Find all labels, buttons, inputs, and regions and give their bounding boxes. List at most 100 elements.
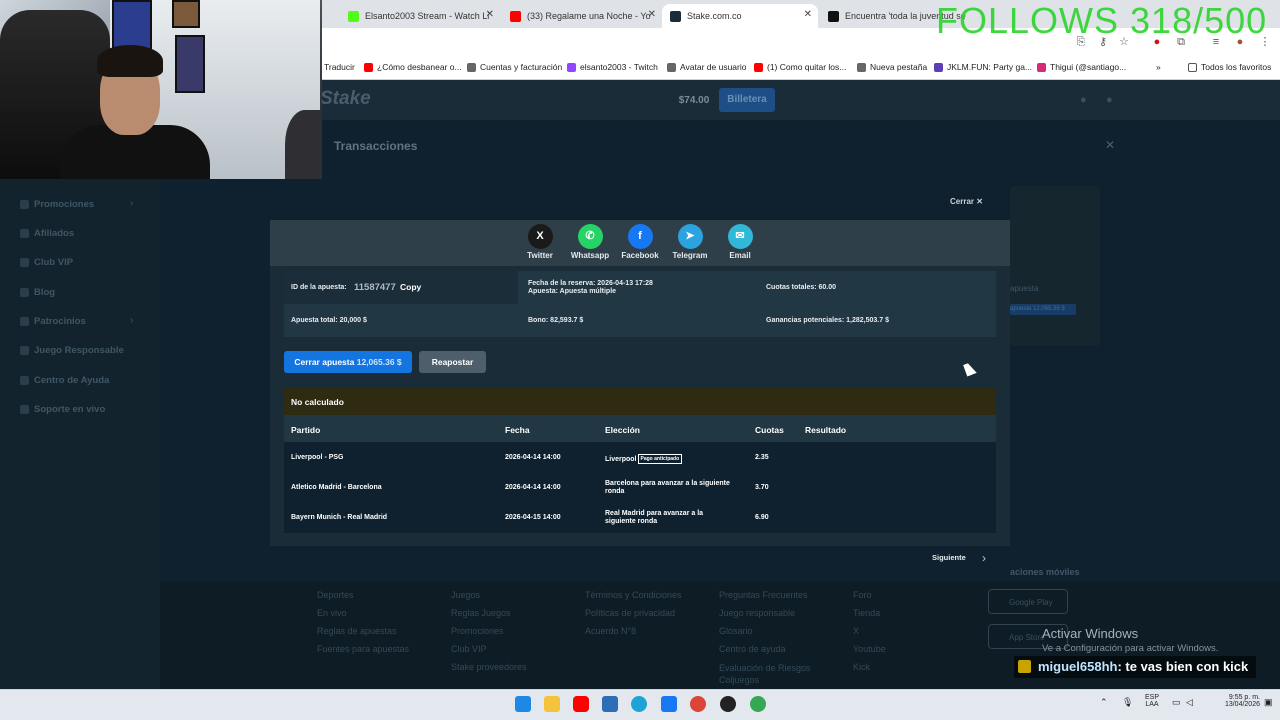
share-email[interactable]: ✉ Email (720, 224, 760, 260)
footer-link[interactable]: Glosario (719, 626, 753, 636)
tab-close-icon[interactable]: ✕ (486, 9, 494, 20)
network-icon[interactable]: ▭ (1172, 697, 1181, 708)
sidebar-item-club-vip[interactable]: Club VIP (20, 257, 73, 268)
footer-link[interactable]: Políticas de privacidad (585, 608, 675, 618)
wallet-button[interactable]: Billetera (719, 88, 775, 112)
footer-link[interactable]: X (853, 626, 859, 636)
share-whatsapp[interactable]: ✆ Whatsapp (570, 224, 610, 260)
browser-tab-youtube[interactable]: (33) Regalame una Noche - Yo ✕ (502, 4, 662, 28)
facebook-icon[interactable] (661, 696, 677, 712)
next-page-link[interactable]: Siguiente (932, 553, 966, 562)
bonus-value: 82,593.7 $ (550, 317, 584, 324)
stake-logo[interactable]: Stake (320, 88, 371, 110)
bookmark-item[interactable]: Avatar de usuario (667, 62, 746, 72)
notification-icon[interactable]: ▣ (1264, 697, 1273, 708)
edge-icon[interactable] (631, 696, 647, 712)
bet-id-value: 11587477 (354, 282, 396, 293)
table-cell-pick: Liverpool Pago anticipado (605, 454, 683, 464)
bookmark-item[interactable]: ¿Cómo desbanear o... (364, 62, 462, 72)
share-facebook[interactable]: f Facebook (620, 224, 660, 260)
volume-icon[interactable]: ◁ (1186, 697, 1193, 708)
chevron-up-icon[interactable]: ⌃ (1100, 697, 1108, 708)
youtube-icon (510, 10, 521, 22)
footer-link[interactable]: Acuerdo N°8 (585, 626, 636, 636)
footer-link[interactable]: Reglas de apuestas (317, 626, 397, 636)
share-telegram[interactable]: ➤ Telegram (670, 224, 710, 260)
browser-tab-kick[interactable]: Elsanto2003 Stream - Watch Li ✕ (340, 4, 500, 28)
footer-link[interactable]: Kick (853, 662, 870, 672)
chat-icon[interactable]: ● (1106, 94, 1113, 106)
store-icon[interactable] (602, 696, 618, 712)
table-cell-match: Liverpool - PSG (291, 454, 344, 461)
footer-link[interactable]: Preguntas Frecuentes (719, 590, 808, 600)
bookmarks-overflow-icon[interactable]: » (1156, 62, 1161, 72)
footer-link[interactable]: Deportes (317, 590, 354, 600)
status-bar (284, 388, 996, 415)
all-bookmarks[interactable]: Todos los favoritos (1188, 62, 1271, 72)
user-icon[interactable]: ● (1080, 94, 1087, 106)
instagram-icon (1037, 62, 1046, 72)
column-header: Partido (291, 425, 321, 435)
sidebar-item-afiliados[interactable]: Afiliados (20, 228, 74, 239)
telegram-icon: ➤ (677, 224, 703, 249)
table-cell-date: 2026-04-14 14:00 (505, 454, 561, 461)
sidebar-item-blog[interactable]: Blog (20, 287, 55, 298)
footer-link[interactable]: Youtube (853, 644, 886, 654)
bookmark-item[interactable]: Traducir (324, 62, 355, 72)
google-play-badge[interactable]: Google Play (988, 589, 1068, 614)
footer-link[interactable]: Stake proveedores (451, 662, 527, 672)
copy-button[interactable]: Copy (400, 282, 421, 292)
footer-link[interactable]: Fuentes para apuestas (317, 644, 409, 654)
poster-image (172, 0, 200, 28)
windows-start-icon[interactable] (515, 696, 531, 712)
poster-image (175, 35, 205, 93)
youtube-icon[interactable] (573, 696, 589, 712)
chrome-icon[interactable] (690, 696, 706, 712)
footer-link[interactable]: Foro (853, 590, 872, 600)
sidebar-item-promociones[interactable]: Promociones (20, 199, 94, 210)
rebet-button[interactable]: Reapostar (419, 351, 486, 373)
footer-link[interactable]: Club VIP (451, 644, 487, 654)
sidebar-item-juego-responsable[interactable]: Juego Responsable (20, 345, 124, 356)
sidebar-item-centro-de-ayuda[interactable]: Centro de Ayuda (20, 375, 109, 386)
tab-label: (33) Regalame una Noche - Yo (527, 11, 651, 21)
bookmark-label: Traducir (324, 62, 355, 72)
bookmark-item[interactable]: JKLM.FUN: Party ga... (934, 62, 1032, 72)
close-icon[interactable]: ✕ (1105, 138, 1115, 152)
footer-link[interactable]: Términos y Condiciones (585, 590, 682, 600)
share-twitter[interactable]: X Twitter (520, 224, 560, 260)
bookmark-item[interactable]: (1) Como quitar los... (754, 62, 846, 72)
footer-link[interactable]: Juegos (451, 590, 480, 600)
footer-link[interactable]: Promociones (451, 626, 504, 636)
bookmark-item[interactable]: elsanto2003 - Twitch (567, 62, 658, 72)
bookmark-item[interactable]: Nueva pestaña (857, 62, 927, 72)
chrome-profile-icon[interactable] (750, 696, 766, 712)
footer-link[interactable]: Juego responsable (719, 608, 795, 618)
footer-link[interactable]: Evaluación de Riesgos Coljuegos (719, 662, 829, 686)
footer-link[interactable]: En vivo (317, 608, 347, 618)
tab-close-icon[interactable]: ✕ (648, 9, 656, 20)
language-indicator[interactable]: ESP LAA (1140, 694, 1164, 708)
bookmark-item[interactable]: Thigui (@santiago... (1037, 62, 1126, 72)
file-explorer-icon[interactable] (544, 696, 560, 712)
modal-close-button[interactable]: Cerrar ✕ (950, 197, 983, 206)
footer-link[interactable]: Tienda (853, 608, 880, 618)
cashout-button[interactable]: Cerrar apuesta 12,065.36 $ (284, 351, 412, 373)
browser-tab-stake[interactable]: Stake.com.co ✕ (662, 4, 818, 28)
obs-icon[interactable] (720, 696, 736, 712)
bookmark-item[interactable]: Cuentas y facturación (467, 62, 562, 72)
sidebar-item-soporte[interactable]: Soporte en vivo (20, 404, 105, 415)
page-title: Transacciones (334, 139, 418, 153)
help-icon (20, 375, 29, 385)
footer-link[interactable]: Reglas Juegos (451, 608, 511, 618)
tab-close-icon[interactable]: ✕ (804, 9, 812, 20)
table-cell-date: 2026-04-15 14:00 (505, 514, 561, 521)
bookmark-label: Thigui (@santiago... (1050, 62, 1127, 72)
sidebar-item-patrocinios[interactable]: Patrocinios (20, 316, 86, 327)
email-icon: ✉ (727, 224, 753, 249)
clock[interactable]: 9:55 p. m. 13/04/2026 (1200, 694, 1260, 708)
bookmark-label: Avatar de usuario (680, 62, 747, 72)
footer-link[interactable]: Centro de ayuda (719, 644, 786, 654)
chevron-right-icon[interactable]: › (974, 548, 994, 568)
microphone-icon[interactable]: 🎙 (1122, 697, 1133, 708)
